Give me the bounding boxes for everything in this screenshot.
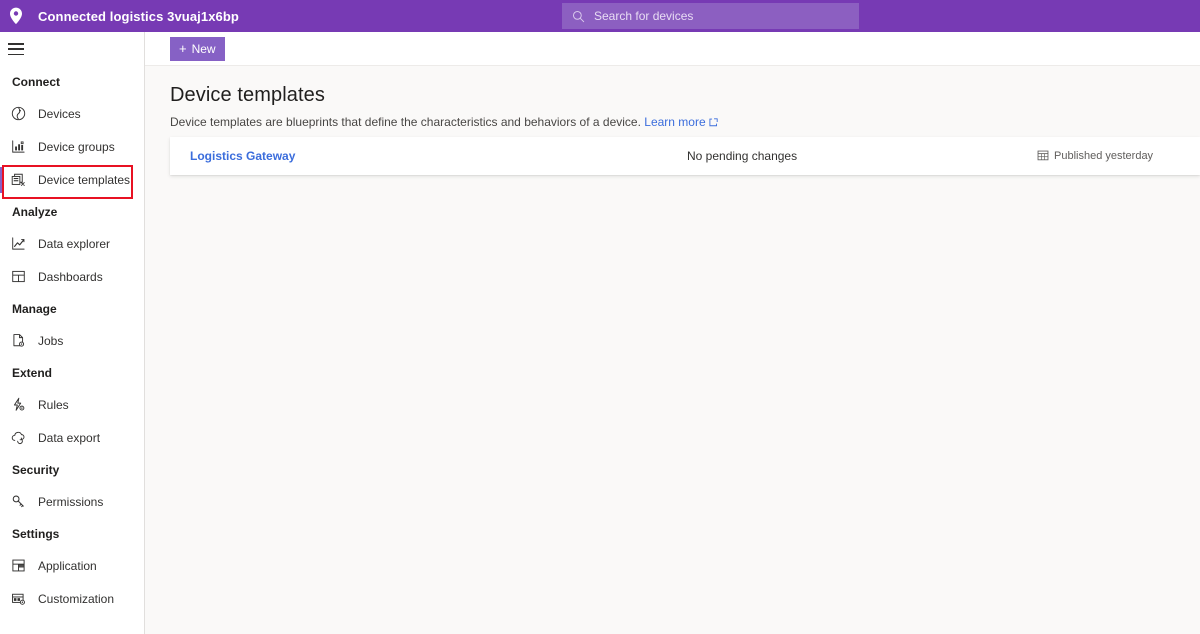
cloud-export-icon: [8, 428, 28, 448]
table-row[interactable]: Logistics Gateway No pending changes Pub…: [170, 137, 1200, 175]
sidebar-item-data-export[interactable]: Data export: [0, 421, 144, 454]
hamburger-menu-icon[interactable]: [0, 32, 145, 66]
page-title: Device templates: [145, 66, 1200, 107]
app-title: Connected logistics 3vuaj1x6bp: [38, 9, 239, 24]
new-button[interactable]: + New: [170, 37, 225, 61]
top-header-bar: Connected logistics 3vuaj1x6bp Search fo…: [0, 0, 1200, 32]
template-name-cell[interactable]: Logistics Gateway: [170, 149, 687, 163]
sidebar-item-label: Permissions: [38, 495, 103, 509]
sidebar-section-manage: Manage: [0, 293, 144, 324]
sidebar-item-label: Application: [38, 559, 97, 573]
device-templates-icon: [8, 170, 28, 190]
external-link-icon: [709, 116, 718, 130]
command-bar: + New: [145, 32, 1200, 66]
sidebar-section-security: Security: [0, 454, 144, 485]
dashboard-grid-icon: [8, 267, 28, 287]
sidebar-item-label: Rules: [38, 398, 69, 412]
template-status-cell: No pending changes: [687, 149, 1037, 163]
search-icon: [570, 8, 586, 24]
sidebar-section-extend: Extend: [0, 357, 144, 388]
application-layout-icon: [8, 556, 28, 576]
published-label: Published yesterday: [1054, 150, 1153, 162]
sidebar-item-label: Dashboards: [38, 270, 103, 284]
sidebar-item-application[interactable]: Application: [0, 549, 144, 582]
device-groups-chart-icon: [8, 137, 28, 157]
sidebar-item-dashboards[interactable]: Dashboards: [0, 260, 144, 293]
sidebar-item-label: Device templates: [38, 173, 130, 187]
template-published-cell: Published yesterday: [1037, 149, 1200, 164]
key-icon: [8, 492, 28, 512]
sidebar-item-permissions[interactable]: Permissions: [0, 485, 144, 518]
rules-bolt-gear-icon: [8, 395, 28, 415]
learn-more-label: Learn more: [644, 115, 705, 129]
sidebar-section-connect: Connect: [0, 66, 144, 97]
sidebar-item-label: Data explorer: [38, 237, 110, 251]
app-root: Connected logistics 3vuaj1x6bp Search fo…: [0, 0, 1200, 634]
sidebar-item-customization[interactable]: Customization: [0, 582, 144, 615]
sidebar-item-devices[interactable]: Devices: [0, 97, 144, 130]
sidebar-item-label: Jobs: [38, 334, 63, 348]
sidebar-item-label: Device groups: [38, 140, 115, 154]
sidebar-navigation: Connect Devices Dev: [0, 32, 145, 634]
sidebar-item-rules[interactable]: Rules: [0, 388, 144, 421]
sidebar-item-label: Data export: [38, 431, 100, 445]
search-placeholder: Search for devices: [594, 9, 693, 23]
line-chart-icon: [8, 234, 28, 254]
learn-more-link[interactable]: Learn more: [644, 115, 705, 129]
search-input[interactable]: Search for devices: [562, 3, 859, 29]
sidebar-item-device-templates[interactable]: Device templates: [0, 163, 144, 196]
plus-icon: +: [179, 42, 187, 55]
sidebar-item-data-explorer[interactable]: Data explorer: [0, 227, 144, 260]
sidebar-item-device-groups[interactable]: Device groups: [0, 130, 144, 163]
customization-gear-grid-icon: [8, 589, 28, 609]
sidebar-item-label: Customization: [38, 592, 114, 606]
sidebar-item-label: Devices: [38, 107, 81, 121]
template-name-link[interactable]: Logistics Gateway: [190, 149, 295, 163]
jobs-document-gear-icon: [8, 331, 28, 351]
main-content: Device templates Device templates are bl…: [145, 66, 1200, 634]
sidebar-section-analyze: Analyze: [0, 196, 144, 227]
devices-chip-icon: [8, 104, 28, 124]
page-description-text: Device templates are blueprints that def…: [170, 115, 641, 129]
page-description: Device templates are blueprints that def…: [145, 107, 1200, 130]
location-pin-icon: [0, 0, 32, 32]
calendar-icon: [1037, 149, 1049, 164]
sidebar-section-settings: Settings: [0, 518, 144, 549]
hamburger-glyph: [8, 43, 24, 55]
sidebar-item-jobs[interactable]: Jobs: [0, 324, 144, 357]
new-button-label: New: [192, 42, 216, 56]
